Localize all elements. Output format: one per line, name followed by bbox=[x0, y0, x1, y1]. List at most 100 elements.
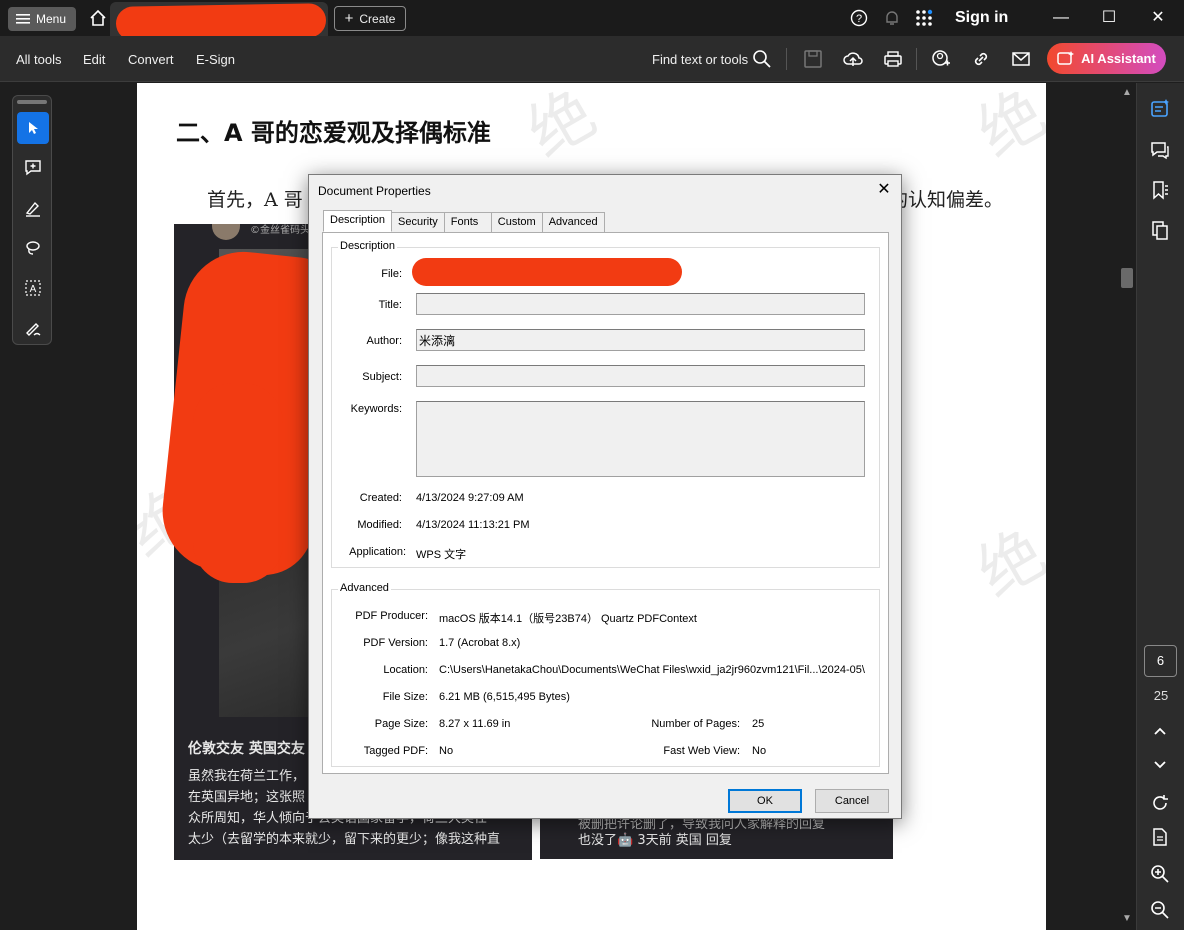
title-bar: Menu + Create ? Sign in — ☐ ✕ bbox=[0, 0, 1184, 41]
paragraph-end: 的认知偏差。 bbox=[889, 189, 1004, 211]
pdf-version-value: 1.7 (Acrobat 8.x) bbox=[439, 637, 521, 649]
refresh-icon[interactable] bbox=[1149, 792, 1171, 814]
print-icon[interactable] bbox=[882, 48, 904, 70]
fast-web-view-value: No bbox=[752, 745, 767, 757]
ok-button[interactable]: OK bbox=[728, 789, 802, 813]
chevron-up-icon[interactable] bbox=[1149, 720, 1171, 742]
link-icon[interactable] bbox=[970, 48, 992, 70]
card-title: 伦敦交友 英国交友 bbox=[188, 741, 305, 757]
esign-menu[interactable]: E-Sign bbox=[196, 52, 235, 67]
tab-fonts[interactable]: Fonts bbox=[443, 212, 492, 232]
description-group-label: Description bbox=[338, 240, 398, 252]
palette-grip[interactable] bbox=[17, 100, 47, 104]
draw-tool-button[interactable] bbox=[17, 232, 49, 264]
ai-assistant-button[interactable]: AI Assistant bbox=[1047, 43, 1166, 74]
advanced-group-label: Advanced bbox=[338, 582, 391, 594]
file-size-value: 6.21 MB (6,515,495 Bytes) bbox=[439, 691, 570, 703]
zoom-out-icon[interactable] bbox=[1149, 899, 1171, 921]
cursor-icon bbox=[29, 122, 38, 134]
cancel-button[interactable]: Cancel bbox=[815, 789, 889, 813]
find-text-label[interactable]: Find text or tools bbox=[652, 52, 748, 67]
all-tools-menu[interactable]: All tools bbox=[16, 52, 62, 67]
maximize-icon[interactable]: ☐ bbox=[1097, 6, 1121, 30]
card-line: 虽然我在荷兰工作， bbox=[188, 769, 306, 784]
page-watermark: 绝 bbox=[965, 516, 1046, 613]
text-box-icon: A bbox=[25, 280, 41, 296]
fast-web-view-label: Fast Web View: bbox=[663, 745, 740, 757]
hamburger-icon bbox=[16, 14, 30, 24]
edit-menu[interactable]: Edit bbox=[83, 52, 105, 67]
author-field[interactable]: 米添漓 bbox=[416, 329, 865, 351]
paragraph-start: 首先，A 哥 bbox=[207, 189, 303, 211]
total-pages: 25 bbox=[1153, 688, 1169, 703]
vertical-scrollbar[interactable]: ▲ ▼ bbox=[1118, 83, 1136, 930]
page-size-label: Page Size: bbox=[374, 718, 428, 730]
tab-description[interactable]: Description bbox=[323, 210, 393, 232]
scroll-thumb[interactable] bbox=[1121, 268, 1133, 288]
dialog-close-icon[interactable]: ✕ bbox=[875, 179, 893, 198]
save-icon[interactable] bbox=[802, 48, 824, 70]
search-icon[interactable] bbox=[751, 48, 773, 70]
menu-button[interactable]: Menu bbox=[8, 7, 76, 31]
select-tool-button[interactable] bbox=[17, 112, 49, 144]
scroll-up-icon[interactable]: ▲ bbox=[1122, 87, 1132, 98]
keywords-label: Keywords: bbox=[350, 403, 402, 415]
ai-summary-icon[interactable] bbox=[1149, 98, 1171, 120]
text-select-tool-button[interactable]: A bbox=[17, 272, 49, 304]
tagged-pdf-value: No bbox=[439, 745, 454, 757]
bell-icon[interactable] bbox=[883, 9, 901, 27]
cloud-upload-icon[interactable] bbox=[842, 48, 864, 70]
comments-icon[interactable] bbox=[1149, 139, 1171, 161]
sign-in-link[interactable]: Sign in bbox=[955, 9, 1008, 27]
number-of-pages-value: 25 bbox=[752, 718, 765, 730]
card-line: 太少（去留学的本来就少，留下来的更少；像我这种直 bbox=[188, 832, 501, 847]
share-user-icon[interactable] bbox=[930, 48, 952, 70]
card-line: 也没了🤖 3天前 英国 回复 bbox=[578, 833, 732, 848]
scroll-down-icon[interactable]: ▼ bbox=[1122, 913, 1132, 924]
created-value: 4/13/2024 9:27:09 AM bbox=[416, 492, 524, 504]
add-comment-button[interactable] bbox=[17, 152, 49, 184]
advanced-group: Advanced PDF Producer: macOS 版本14.1（版号23… bbox=[331, 582, 880, 767]
convert-menu[interactable]: Convert bbox=[128, 52, 174, 67]
section-heading: 二、A 哥的恋爱观及择偶标准 bbox=[176, 119, 491, 147]
author-label: Author: bbox=[366, 335, 402, 347]
application-value: WPS 文字 bbox=[416, 549, 467, 561]
page-watermark: 绝 bbox=[515, 83, 609, 173]
help-icon[interactable]: ? bbox=[850, 9, 868, 27]
highlight-tool-button[interactable] bbox=[17, 192, 49, 224]
page-fit-icon[interactable] bbox=[1149, 826, 1171, 848]
pdf-version-label: PDF Version: bbox=[363, 637, 428, 649]
bookmarks-icon[interactable] bbox=[1149, 179, 1171, 201]
highlighter-icon bbox=[25, 201, 40, 217]
toolbar-separator bbox=[786, 48, 787, 70]
keywords-field[interactable] bbox=[416, 401, 865, 477]
minimize-icon[interactable]: — bbox=[1049, 6, 1073, 30]
sign-tool-button[interactable] bbox=[17, 312, 49, 344]
create-button[interactable]: + Create bbox=[334, 6, 406, 31]
chevron-down-icon[interactable] bbox=[1149, 753, 1171, 775]
create-label: Create bbox=[359, 11, 396, 26]
current-page-input[interactable]: 6 bbox=[1144, 645, 1177, 677]
tab-custom[interactable]: Custom bbox=[490, 212, 543, 232]
home-icon[interactable] bbox=[88, 8, 108, 28]
location-label: Location: bbox=[383, 664, 428, 676]
page-watermark: 绝 bbox=[965, 83, 1046, 173]
location-badge: ©金丝雀码头 bbox=[250, 225, 310, 236]
title-field[interactable] bbox=[416, 293, 865, 315]
description-tab-panel: Description File: Title: Author: 米添漓 Sub… bbox=[322, 232, 889, 774]
tab-security[interactable]: Security bbox=[391, 212, 445, 232]
avatar bbox=[212, 224, 240, 240]
subject-field[interactable] bbox=[416, 365, 865, 387]
close-window-icon[interactable]: ✕ bbox=[1146, 6, 1170, 30]
pages-icon[interactable] bbox=[1149, 219, 1171, 241]
zoom-in-icon[interactable] bbox=[1149, 863, 1171, 885]
redaction-mark bbox=[193, 383, 283, 583]
file-size-label: File Size: bbox=[382, 691, 428, 703]
page-size-value: 8.27 x 11.69 in bbox=[439, 718, 511, 730]
pdf-producer-value: macOS 版本14.1（版号23B74） Quartz PDFContext bbox=[439, 613, 697, 625]
card-line: 在英国异地；这张照 bbox=[188, 790, 306, 805]
menu-label: Menu bbox=[36, 12, 67, 26]
tab-advanced[interactable]: Advanced bbox=[541, 212, 605, 232]
apps-grid-icon[interactable] bbox=[915, 9, 933, 27]
email-icon[interactable] bbox=[1010, 48, 1032, 70]
